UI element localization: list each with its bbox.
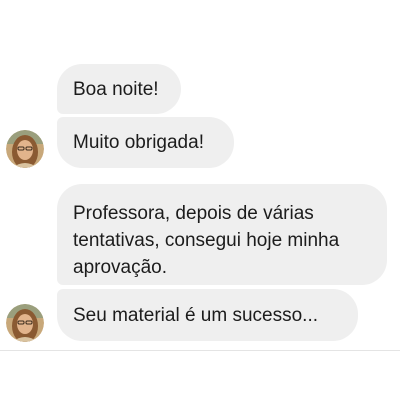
message-bubble[interactable]: Muito obrigada! [57,117,234,168]
message-text: Seu material é um sucesso... [73,305,318,326]
avatar-photo-icon [6,130,44,168]
message-bubble[interactable]: Seu material é um sucesso... [57,289,358,341]
chat-thread: Boa noite! Muito obrigada! Professora, d… [0,0,400,400]
message-bubble[interactable]: Boa noite! [57,64,181,114]
message-text: Muito obrigada! [73,132,204,153]
message-bubble[interactable]: Professora, depois de várias tentativas,… [57,184,387,285]
message-text: Boa noite! [73,79,159,100]
divider [0,350,400,351]
sender-avatar[interactable] [6,304,44,342]
message-text: Professora, depois de várias tentativas,… [73,203,340,278]
avatar-photo-icon [6,304,44,342]
sender-avatar[interactable] [6,130,44,168]
